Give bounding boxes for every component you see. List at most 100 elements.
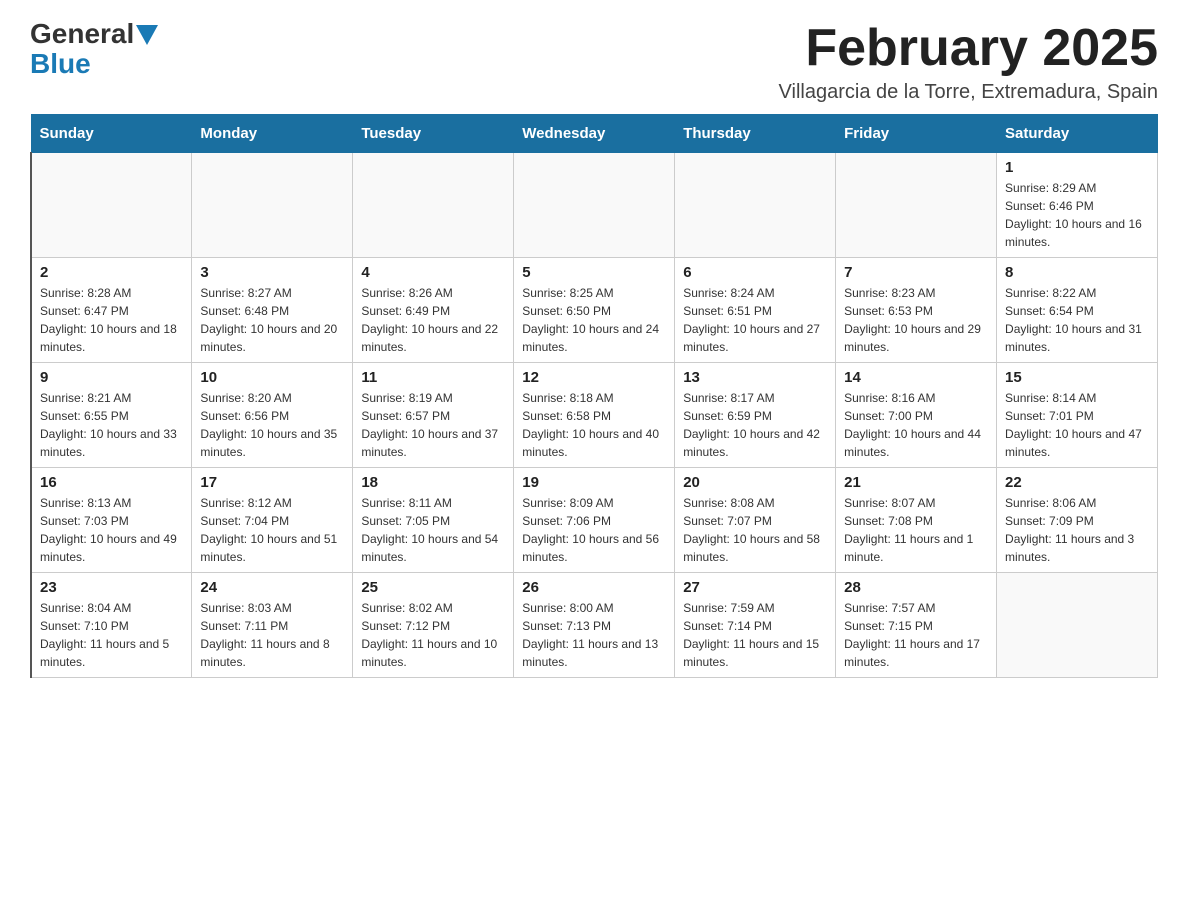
calendar-table: SundayMondayTuesdayWednesdayThursdayFrid…	[30, 114, 1158, 678]
calendar-cell	[192, 153, 353, 258]
day-number: 19	[522, 474, 666, 491]
calendar-cell	[31, 153, 192, 258]
day-info: Sunrise: 8:02 AM Sunset: 7:12 PM Dayligh…	[361, 599, 505, 671]
calendar-cell: 17 Sunrise: 8:12 AM Sunset: 7:04 PM Dayli…	[192, 468, 353, 573]
logo-general-text: General	[30, 20, 134, 48]
day-info: Sunrise: 8:29 AM Sunset: 6:46 PM Dayligh…	[1005, 179, 1149, 251]
day-number: 8	[1005, 264, 1149, 281]
calendar-cell	[353, 153, 514, 258]
calendar-cell: 3 Sunrise: 8:27 AM Sunset: 6:48 PM Daylig…	[192, 258, 353, 363]
weekday-header-thursday: Thursday	[675, 115, 836, 153]
calendar-week-1: 1 Sunrise: 8:29 AM Sunset: 6:46 PM Daylig…	[31, 153, 1158, 258]
calendar-cell: 9 Sunrise: 8:21 AM Sunset: 6:55 PM Daylig…	[31, 363, 192, 468]
day-number: 13	[683, 369, 827, 386]
day-number: 10	[200, 369, 344, 386]
page-header: General Blue February 2025 Villagarcia d…	[30, 20, 1158, 104]
calendar-cell: 22Sunrise: 8:06 AM Sunset: 7:09 PM Dayli…	[997, 468, 1158, 573]
day-number: 23	[40, 579, 183, 596]
calendar-cell: 13 Sunrise: 8:17 AM Sunset: 6:59 PM Dayli…	[675, 363, 836, 468]
day-number: 1	[1005, 159, 1149, 176]
day-number: 14	[844, 369, 988, 386]
day-info: Sunrise: 8:18 AM Sunset: 6:58 PM Dayligh…	[522, 389, 666, 461]
calendar-cell: 4 Sunrise: 8:26 AM Sunset: 6:49 PM Daylig…	[353, 258, 514, 363]
calendar-cell: 27 Sunrise: 7:59 AM Sunset: 7:14 PM Dayli…	[675, 573, 836, 678]
month-title: February 2025	[779, 20, 1158, 77]
logo-blue-text: Blue	[30, 50, 91, 78]
day-info: Sunrise: 8:00 AM Sunset: 7:13 PM Dayligh…	[522, 599, 666, 671]
day-info: Sunrise: 8:22 AM Sunset: 6:54 PM Dayligh…	[1005, 284, 1149, 356]
calendar-cell: 8 Sunrise: 8:22 AM Sunset: 6:54 PM Daylig…	[997, 258, 1158, 363]
day-number: 28	[844, 579, 988, 596]
calendar-cell: 5Sunrise: 8:25 AM Sunset: 6:50 PM Daylig…	[514, 258, 675, 363]
day-number: 15	[1005, 369, 1149, 386]
weekday-header-wednesday: Wednesday	[514, 115, 675, 153]
day-number: 18	[361, 474, 505, 491]
weekday-header-tuesday: Tuesday	[353, 115, 514, 153]
calendar-cell: 15 Sunrise: 8:14 AM Sunset: 7:01 PM Dayli…	[997, 363, 1158, 468]
calendar-cell: 7 Sunrise: 8:23 AM Sunset: 6:53 PM Daylig…	[836, 258, 997, 363]
day-info: Sunrise: 8:26 AM Sunset: 6:49 PM Dayligh…	[361, 284, 505, 356]
calendar-week-3: 9 Sunrise: 8:21 AM Sunset: 6:55 PM Daylig…	[31, 363, 1158, 468]
day-number: 21	[844, 474, 988, 491]
day-info: Sunrise: 8:24 AM Sunset: 6:51 PM Dayligh…	[683, 284, 827, 356]
day-info: Sunrise: 8:19 AM Sunset: 6:57 PM Dayligh…	[361, 389, 505, 461]
day-info: Sunrise: 8:17 AM Sunset: 6:59 PM Dayligh…	[683, 389, 827, 461]
weekday-header-row: SundayMondayTuesdayWednesdayThursdayFrid…	[31, 115, 1158, 153]
calendar-cell	[675, 153, 836, 258]
day-number: 12	[522, 369, 666, 386]
day-number: 4	[361, 264, 505, 281]
day-number: 6	[683, 264, 827, 281]
day-info: Sunrise: 8:12 AM Sunset: 7:04 PM Dayligh…	[200, 494, 344, 566]
calendar-cell: 2 Sunrise: 8:28 AM Sunset: 6:47 PM Daylig…	[31, 258, 192, 363]
calendar-cell	[997, 573, 1158, 678]
logo-triangle-icon	[136, 25, 158, 45]
day-number: 2	[40, 264, 183, 281]
day-info: Sunrise: 8:08 AM Sunset: 7:07 PM Dayligh…	[683, 494, 827, 566]
day-info: Sunrise: 8:20 AM Sunset: 6:56 PM Dayligh…	[200, 389, 344, 461]
calendar-cell: 21 Sunrise: 8:07 AM Sunset: 7:08 PM Dayli…	[836, 468, 997, 573]
day-info: Sunrise: 8:21 AM Sunset: 6:55 PM Dayligh…	[40, 389, 183, 461]
day-number: 9	[40, 369, 183, 386]
weekday-header-friday: Friday	[836, 115, 997, 153]
day-info: Sunrise: 8:11 AM Sunset: 7:05 PM Dayligh…	[361, 494, 505, 566]
weekday-header-monday: Monday	[192, 115, 353, 153]
day-number: 3	[200, 264, 344, 281]
calendar-cell	[514, 153, 675, 258]
day-number: 25	[361, 579, 505, 596]
day-number: 24	[200, 579, 344, 596]
calendar-cell: 6 Sunrise: 8:24 AM Sunset: 6:51 PM Daylig…	[675, 258, 836, 363]
day-number: 27	[683, 579, 827, 596]
day-info: Sunrise: 8:09 AM Sunset: 7:06 PM Dayligh…	[522, 494, 666, 566]
title-area: February 2025 Villagarcia de la Torre, E…	[779, 20, 1158, 104]
day-info: Sunrise: 8:04 AM Sunset: 7:10 PM Dayligh…	[40, 599, 183, 671]
day-info: Sunrise: 7:57 AM Sunset: 7:15 PM Dayligh…	[844, 599, 988, 671]
calendar-cell: 26Sunrise: 8:00 AM Sunset: 7:13 PM Dayli…	[514, 573, 675, 678]
calendar-cell: 24Sunrise: 8:03 AM Sunset: 7:11 PM Dayli…	[192, 573, 353, 678]
day-info: Sunrise: 8:23 AM Sunset: 6:53 PM Dayligh…	[844, 284, 988, 356]
day-number: 7	[844, 264, 988, 281]
calendar-cell	[836, 153, 997, 258]
calendar-cell: 12 Sunrise: 8:18 AM Sunset: 6:58 PM Dayli…	[514, 363, 675, 468]
calendar-week-5: 23 Sunrise: 8:04 AM Sunset: 7:10 PM Dayli…	[31, 573, 1158, 678]
day-number: 5	[522, 264, 666, 281]
calendar-cell: 14 Sunrise: 8:16 AM Sunset: 7:00 PM Dayli…	[836, 363, 997, 468]
calendar-cell: 10 Sunrise: 8:20 AM Sunset: 6:56 PM Dayli…	[192, 363, 353, 468]
day-info: Sunrise: 7:59 AM Sunset: 7:14 PM Dayligh…	[683, 599, 827, 671]
weekday-header-sunday: Sunday	[31, 115, 192, 153]
calendar-cell: 16 Sunrise: 8:13 AM Sunset: 7:03 PM Dayli…	[31, 468, 192, 573]
day-number: 17	[200, 474, 344, 491]
calendar-week-4: 16 Sunrise: 8:13 AM Sunset: 7:03 PM Dayli…	[31, 468, 1158, 573]
day-info: Sunrise: 8:16 AM Sunset: 7:00 PM Dayligh…	[844, 389, 988, 461]
logo: General Blue	[30, 20, 158, 78]
calendar-cell: 23 Sunrise: 8:04 AM Sunset: 7:10 PM Dayli…	[31, 573, 192, 678]
day-info: Sunrise: 8:14 AM Sunset: 7:01 PM Dayligh…	[1005, 389, 1149, 461]
day-info: Sunrise: 8:13 AM Sunset: 7:03 PM Dayligh…	[40, 494, 183, 566]
calendar-cell: 18 Sunrise: 8:11 AM Sunset: 7:05 PM Dayli…	[353, 468, 514, 573]
day-info: Sunrise: 8:27 AM Sunset: 6:48 PM Dayligh…	[200, 284, 344, 356]
day-info: Sunrise: 8:07 AM Sunset: 7:08 PM Dayligh…	[844, 494, 988, 566]
day-info: Sunrise: 8:06 AM Sunset: 7:09 PM Dayligh…	[1005, 494, 1149, 566]
location-text: Villagarcia de la Torre, Extremadura, Sp…	[779, 81, 1158, 104]
day-number: 20	[683, 474, 827, 491]
day-info: Sunrise: 8:28 AM Sunset: 6:47 PM Dayligh…	[40, 284, 183, 356]
day-number: 16	[40, 474, 183, 491]
